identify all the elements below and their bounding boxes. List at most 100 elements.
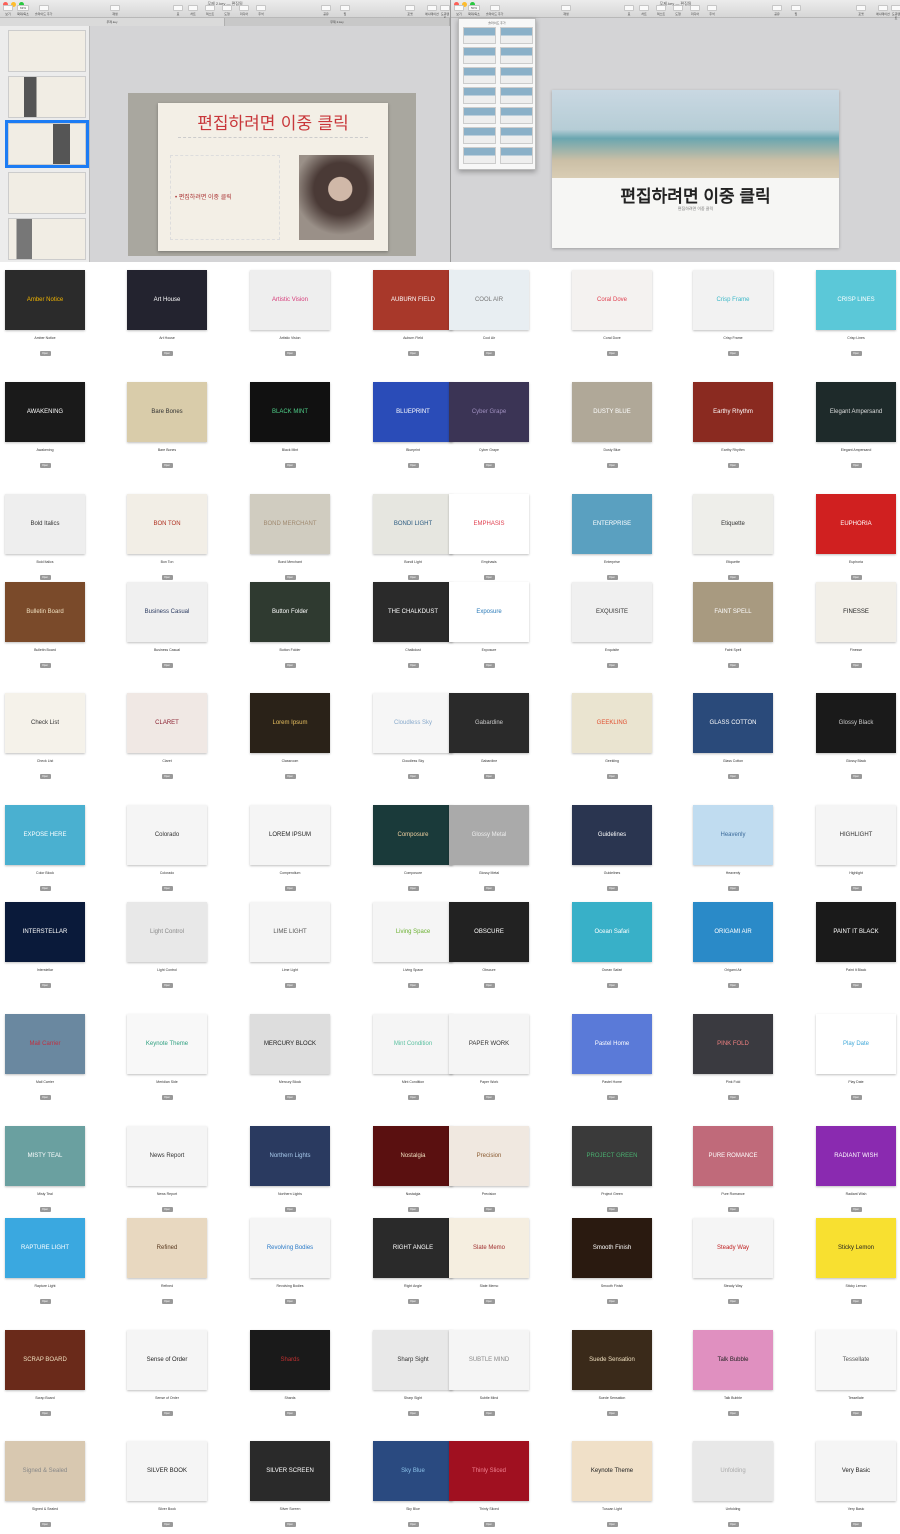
- open-button[interactable]: Open: [606, 1095, 618, 1100]
- open-button[interactable]: Open: [161, 1522, 173, 1527]
- open-button[interactable]: Open: [407, 983, 419, 988]
- theme-thumbnail[interactable]: Coral Dove: [572, 270, 652, 330]
- theme-thumbnail[interactable]: RIGHT ANGLE: [373, 1218, 453, 1278]
- open-button[interactable]: Open: [606, 463, 618, 468]
- open-button[interactable]: Open: [161, 1299, 173, 1304]
- open-button[interactable]: Open: [483, 1207, 495, 1212]
- theme-thumbnail[interactable]: Elegant Ampersand: [816, 382, 896, 442]
- theme-thumbnail[interactable]: LOREM IPSUM: [250, 805, 330, 865]
- open-button[interactable]: Open: [407, 886, 419, 891]
- theme-thumbnail[interactable]: DUSTY BLUE: [572, 382, 652, 442]
- theme-thumbnail[interactable]: Art House: [127, 270, 207, 330]
- open-button[interactable]: Open: [483, 1411, 495, 1416]
- theme-thumbnail[interactable]: Precision: [449, 1126, 529, 1186]
- open-button[interactable]: Open: [39, 1411, 51, 1416]
- toolbar-button[interactable]: 텍스트: [205, 5, 215, 16]
- open-button[interactable]: Open: [39, 1522, 51, 1527]
- theme-thumbnail[interactable]: Crisp Frame: [693, 270, 773, 330]
- theme-thumbnail[interactable]: Glossy Metal: [449, 805, 529, 865]
- open-button[interactable]: Open: [606, 1411, 618, 1416]
- theme-thumbnail[interactable]: Keynote Theme: [572, 1441, 652, 1501]
- open-button[interactable]: Open: [483, 886, 495, 891]
- theme-thumbnail[interactable]: CLARET: [127, 693, 207, 753]
- theme-thumbnail[interactable]: INTERSTELLAR: [5, 902, 85, 962]
- open-button[interactable]: Open: [284, 983, 296, 988]
- slide-thumbnail[interactable]: [8, 172, 86, 214]
- open-button[interactable]: Open: [284, 1411, 296, 1416]
- theme-thumbnail[interactable]: Steady Way: [693, 1218, 773, 1278]
- theme-thumbnail[interactable]: Button Folder: [250, 582, 330, 642]
- theme-thumbnail[interactable]: ENTERPRISE: [572, 494, 652, 554]
- open-button[interactable]: Open: [161, 886, 173, 891]
- theme-thumbnail[interactable]: Guidelines: [572, 805, 652, 865]
- open-button[interactable]: Open: [161, 575, 173, 580]
- open-button[interactable]: Open: [850, 1207, 862, 1212]
- open-button[interactable]: Open: [284, 1207, 296, 1212]
- theme-thumbnail[interactable]: Exposure: [449, 582, 529, 642]
- slide-thumbnail-selected[interactable]: [5, 120, 89, 168]
- theme-thumbnail[interactable]: Cloudless Sky: [373, 693, 453, 753]
- theme-thumbnail[interactable]: Bold Italics: [5, 494, 85, 554]
- theme-thumbnail[interactable]: Etiquette: [693, 494, 773, 554]
- theme-thumbnail[interactable]: FINESSE: [816, 582, 896, 642]
- theme-thumbnail[interactable]: News Report: [127, 1126, 207, 1186]
- open-button[interactable]: Open: [483, 774, 495, 779]
- slide-layout-option[interactable]: [500, 47, 533, 64]
- open-button[interactable]: Open: [727, 886, 739, 891]
- open-button[interactable]: Open: [606, 983, 618, 988]
- open-button[interactable]: Open: [284, 774, 296, 779]
- slide-layout-option[interactable]: [463, 27, 496, 44]
- open-button[interactable]: Open: [483, 351, 495, 356]
- open-button[interactable]: Open: [39, 663, 51, 668]
- open-button[interactable]: Open: [606, 774, 618, 779]
- theme-thumbnail[interactable]: RADIANT WISH: [816, 1126, 896, 1186]
- open-button[interactable]: Open: [483, 575, 495, 580]
- theme-thumbnail[interactable]: BOND MERCHANT: [250, 494, 330, 554]
- open-button[interactable]: Open: [483, 983, 495, 988]
- theme-thumbnail[interactable]: RAPTURE LIGHT: [5, 1218, 85, 1278]
- open-button[interactable]: Open: [407, 774, 419, 779]
- open-button[interactable]: Open: [727, 1299, 739, 1304]
- theme-thumbnail[interactable]: Earthy Rhythm: [693, 382, 773, 442]
- theme-thumbnail[interactable]: AUBURN FIELD: [373, 270, 453, 330]
- slide-layout-option[interactable]: [463, 107, 496, 124]
- open-button[interactable]: Open: [483, 463, 495, 468]
- open-button[interactable]: Open: [727, 463, 739, 468]
- theme-thumbnail[interactable]: Smooth Finish: [572, 1218, 652, 1278]
- slide-thumbnail[interactable]: [8, 218, 86, 260]
- open-button[interactable]: Open: [39, 886, 51, 891]
- theme-thumbnail[interactable]: Sticky Lemon: [816, 1218, 896, 1278]
- theme-thumbnail[interactable]: Ocean Safari: [572, 902, 652, 962]
- open-button[interactable]: Open: [606, 351, 618, 356]
- open-button[interactable]: Open: [39, 983, 51, 988]
- theme-thumbnail[interactable]: EXQUISITE: [572, 582, 652, 642]
- theme-thumbnail[interactable]: Gabardine: [449, 693, 529, 753]
- slide[interactable]: 편집하려면 이중 클릭 편집하려면 이중 클릭: [552, 90, 839, 248]
- open-button[interactable]: Open: [284, 351, 296, 356]
- open-button[interactable]: Open: [39, 1095, 51, 1100]
- slide-title[interactable]: 편집하려면 이중 클릭: [178, 109, 368, 138]
- toolbar-button[interactable]: 63% 확대/축소: [17, 5, 29, 16]
- theme-thumbnail[interactable]: SUBTLE MIND: [449, 1330, 529, 1390]
- toolbar-button[interactable]: 보기: [3, 5, 13, 16]
- open-button[interactable]: Open: [727, 1207, 739, 1212]
- theme-thumbnail[interactable]: Signed & Sealed: [5, 1441, 85, 1501]
- toolbar-button[interactable]: 50% 확대/축소: [468, 5, 480, 16]
- theme-thumbnail[interactable]: BLACK MINT: [250, 382, 330, 442]
- theme-thumbnail[interactable]: Artistic Vision: [250, 270, 330, 330]
- theme-thumbnail[interactable]: AWAKENING: [5, 382, 85, 442]
- theme-thumbnail[interactable]: Colorado: [127, 805, 207, 865]
- theme-thumbnail[interactable]: Check List: [5, 693, 85, 753]
- open-button[interactable]: Open: [727, 774, 739, 779]
- toolbar-button[interactable]: 차트: [639, 5, 649, 16]
- open-button[interactable]: Open: [727, 575, 739, 580]
- theme-thumbnail[interactable]: Tessellate: [816, 1330, 896, 1390]
- slide-layout-option[interactable]: [500, 127, 533, 144]
- theme-thumbnail[interactable]: Sharp Sight: [373, 1330, 453, 1390]
- theme-thumbnail[interactable]: EXPOSE HERE: [5, 805, 85, 865]
- theme-thumbnail[interactable]: Living Space: [373, 902, 453, 962]
- theme-thumbnail[interactable]: Very Basic: [816, 1441, 896, 1501]
- theme-thumbnail[interactable]: Slate Memo: [449, 1218, 529, 1278]
- open-button[interactable]: Open: [284, 463, 296, 468]
- theme-thumbnail[interactable]: Refined: [127, 1218, 207, 1278]
